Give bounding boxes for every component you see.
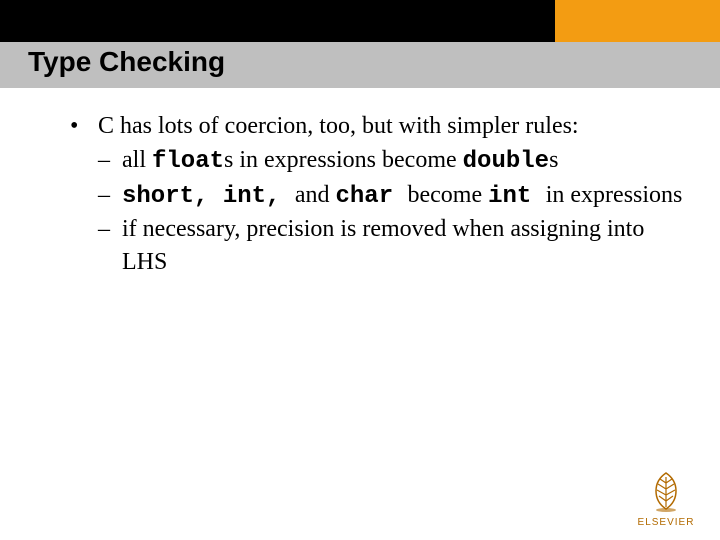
sub-bullet-list: –all floats in expressions become double… [98,144,685,278]
sub-bullet-marker: – [98,179,122,213]
header-orange-block [555,0,720,42]
bullet-text: C has lots of coercion, too, but with si… [98,110,685,142]
sub-bullet-marker: – [98,213,122,278]
bullet-marker: • [70,110,98,278]
sub-bullet-marker: – [98,144,122,178]
code-text: float [152,148,224,175]
sub-bullet-text: all floats in expressions become doubles [122,144,685,178]
plain-text: and [295,182,336,208]
plain-text: s in expressions become [224,147,463,173]
plain-text: s [549,147,558,173]
plain-text: in expressions [546,182,683,208]
body-content: • C has lots of coercion, too, but with … [70,110,685,278]
slide: Type Checking • C has lots of coercion, … [0,0,720,540]
code-text: double [463,148,549,175]
plain-text: if necessary, precision is removed when … [122,216,644,274]
sub-bullet-text: short, int, and char become int in expre… [122,179,685,213]
publisher-name: ELSEVIER [630,517,702,528]
plain-text: all [122,147,152,173]
publisher-logo: ELSEVIER [630,467,702,528]
code-text: char [335,183,407,210]
code-text: int [488,183,546,210]
slide-title: Type Checking [28,46,225,78]
sub-bullet-item: –if necessary, precision is removed when… [98,213,685,278]
elsevier-tree-icon [642,467,690,515]
bullet-text-wrap: C has lots of coercion, too, but with si… [98,110,685,278]
sub-bullet-text: if necessary, precision is removed when … [122,213,685,278]
sub-bullet-item: –short, int, and char become int in expr… [98,179,685,213]
bullet-item: • C has lots of coercion, too, but with … [70,110,685,278]
plain-text: become [408,182,489,208]
code-text: short, int, [122,183,295,210]
sub-bullet-item: –all floats in expressions become double… [98,144,685,178]
